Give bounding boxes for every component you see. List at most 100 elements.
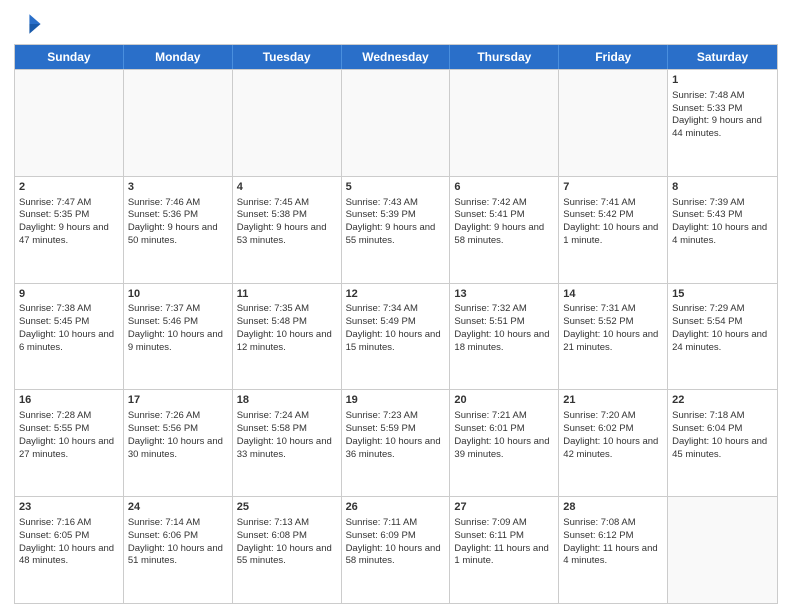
day-cell-23: 23 Sunrise: 7:16 AM Sunset: 6:05 PM Dayli… [15,497,124,603]
day-cell-12: 12Sunrise: 7:34 AM Sunset: 5:49 PM Dayli… [342,284,451,390]
logo-icon [14,10,42,38]
day-info: Sunrise: 7:23 AM Sunset: 5:59 PM Dayligh… [346,410,441,459]
day-info: Sunrise: 7:13 AM Sunset: 6:08 PM Dayligh… [237,517,332,566]
day-info: Sunrise: 7:34 AM Sunset: 5:49 PM Dayligh… [346,303,441,352]
day-number: 5 [346,180,446,195]
day-number: 23 [19,500,119,515]
day-number: 18 [237,393,337,408]
day-info: Sunrise: 7:29 AM Sunset: 5:54 PM Dayligh… [672,303,767,352]
day-info: Sunrise: 7:31 AM Sunset: 5:52 PM Dayligh… [563,303,658,352]
day-number: 25 [237,500,337,515]
day-info: Sunrise: 7:28 AM Sunset: 5:55 PM Dayligh… [19,410,114,459]
day-info: Sunrise: 7:43 AM Sunset: 5:39 PM Dayligh… [346,197,436,246]
day-info: Sunrise: 7:14 AM Sunset: 6:06 PM Dayligh… [128,517,223,566]
day-info: Sunrise: 7:21 AM Sunset: 6:01 PM Dayligh… [454,410,549,459]
day-number: 2 [19,180,119,195]
day-cell-17: 17 Sunrise: 7:26 AM Sunset: 5:56 PM Dayli… [124,390,233,496]
day-info: Sunrise: 7:42 AM Sunset: 5:41 PM Dayligh… [454,197,544,246]
day-cell-11: 11Sunrise: 7:35 AM Sunset: 5:48 PM Dayli… [233,284,342,390]
day-cell-20: 20 Sunrise: 7:21 AM Sunset: 6:01 PM Dayli… [450,390,559,496]
day-number: 7 [563,180,663,195]
weekday-header-tuesday: Tuesday [233,45,342,69]
day-number: 26 [346,500,446,515]
day-cell-21: 21Sunrise: 7:20 AM Sunset: 6:02 PM Dayli… [559,390,668,496]
day-cell-5: 5 Sunrise: 7:43 AM Sunset: 5:39 PM Daylig… [342,177,451,283]
weekday-header-saturday: Saturday [668,45,777,69]
day-number: 10 [128,287,228,302]
day-cell-22: 22 Sunrise: 7:18 AM Sunset: 6:04 PM Dayli… [668,390,777,496]
day-info: Sunrise: 7:45 AM Sunset: 5:38 PM Dayligh… [237,197,327,246]
day-info: Sunrise: 7:24 AM Sunset: 5:58 PM Dayligh… [237,410,332,459]
day-info: Sunrise: 7:38 AM Sunset: 5:45 PM Dayligh… [19,303,114,352]
day-cell-28: 28 Sunrise: 7:08 AM Sunset: 6:12 PM Dayli… [559,497,668,603]
day-cell-3: 3 Sunrise: 7:46 AM Sunset: 5:36 PM Daylig… [124,177,233,283]
calendar-row-4: 23 Sunrise: 7:16 AM Sunset: 6:05 PM Dayli… [15,496,777,603]
day-info: Sunrise: 7:48 AM Sunset: 5:33 PM Dayligh… [672,90,762,139]
day-number: 13 [454,287,554,302]
day-number: 6 [454,180,554,195]
day-cell-7: 7Sunrise: 7:41 AM Sunset: 5:42 PM Daylig… [559,177,668,283]
day-cell-16: 16 Sunrise: 7:28 AM Sunset: 5:55 PM Dayli… [15,390,124,496]
empty-cell-0-3 [342,70,451,176]
day-info: Sunrise: 7:16 AM Sunset: 6:05 PM Dayligh… [19,517,114,566]
day-cell-2: 2 Sunrise: 7:47 AM Sunset: 5:35 PM Daylig… [15,177,124,283]
day-number: 12 [346,287,446,302]
day-number: 8 [672,180,773,195]
day-cell-24: 24 Sunrise: 7:14 AM Sunset: 6:06 PM Dayli… [124,497,233,603]
calendar-row-0: 1 Sunrise: 7:48 AM Sunset: 5:33 PM Daylig… [15,69,777,176]
day-number: 17 [128,393,228,408]
day-cell-19: 19 Sunrise: 7:23 AM Sunset: 5:59 PM Dayli… [342,390,451,496]
day-number: 3 [128,180,228,195]
calendar-row-1: 2 Sunrise: 7:47 AM Sunset: 5:35 PM Daylig… [15,176,777,283]
day-cell-27: 27 Sunrise: 7:09 AM Sunset: 6:11 PM Dayli… [450,497,559,603]
day-number: 14 [563,287,663,302]
day-info: Sunrise: 7:09 AM Sunset: 6:11 PM Dayligh… [454,517,548,566]
day-cell-8: 8 Sunrise: 7:39 AM Sunset: 5:43 PM Daylig… [668,177,777,283]
day-cell-1: 1 Sunrise: 7:48 AM Sunset: 5:33 PM Daylig… [668,70,777,176]
day-number: 16 [19,393,119,408]
calendar-header: SundayMondayTuesdayWednesdayThursdayFrid… [15,45,777,69]
day-info: Sunrise: 7:35 AM Sunset: 5:48 PM Dayligh… [237,303,332,352]
day-number: 22 [672,393,773,408]
day-cell-9: 9Sunrise: 7:38 AM Sunset: 5:45 PM Daylig… [15,284,124,390]
day-cell-25: 25 Sunrise: 7:13 AM Sunset: 6:08 PM Dayli… [233,497,342,603]
empty-cell-0-0 [15,70,124,176]
day-number: 24 [128,500,228,515]
day-number: 20 [454,393,554,408]
weekday-header-sunday: Sunday [15,45,124,69]
weekday-header-wednesday: Wednesday [342,45,451,69]
day-number: 19 [346,393,446,408]
day-cell-15: 15Sunrise: 7:29 AM Sunset: 5:54 PM Dayli… [668,284,777,390]
calendar-row-2: 9Sunrise: 7:38 AM Sunset: 5:45 PM Daylig… [15,283,777,390]
empty-cell-0-5 [559,70,668,176]
day-info: Sunrise: 7:26 AM Sunset: 5:56 PM Dayligh… [128,410,223,459]
page: SundayMondayTuesdayWednesdayThursdayFrid… [0,0,792,612]
day-info: Sunrise: 7:37 AM Sunset: 5:46 PM Dayligh… [128,303,223,352]
day-number: 11 [237,287,337,302]
day-number: 28 [563,500,663,515]
calendar-row-3: 16 Sunrise: 7:28 AM Sunset: 5:55 PM Dayli… [15,389,777,496]
day-cell-13: 13Sunrise: 7:32 AM Sunset: 5:51 PM Dayli… [450,284,559,390]
day-cell-18: 18 Sunrise: 7:24 AM Sunset: 5:58 PM Dayli… [233,390,342,496]
weekday-header-thursday: Thursday [450,45,559,69]
day-info: Sunrise: 7:47 AM Sunset: 5:35 PM Dayligh… [19,197,109,246]
day-number: 1 [672,73,773,88]
day-info: Sunrise: 7:11 AM Sunset: 6:09 PM Dayligh… [346,517,441,566]
day-number: 4 [237,180,337,195]
day-number: 9 [19,287,119,302]
day-cell-4: 4 Sunrise: 7:45 AM Sunset: 5:38 PM Daylig… [233,177,342,283]
weekday-header-friday: Friday [559,45,668,69]
day-info: Sunrise: 7:18 AM Sunset: 6:04 PM Dayligh… [672,410,767,459]
day-info: Sunrise: 7:46 AM Sunset: 5:36 PM Dayligh… [128,197,218,246]
day-info: Sunrise: 7:39 AM Sunset: 5:43 PM Dayligh… [672,197,767,246]
day-cell-26: 26 Sunrise: 7:11 AM Sunset: 6:09 PM Dayli… [342,497,451,603]
day-number: 21 [563,393,663,408]
day-cell-14: 14Sunrise: 7:31 AM Sunset: 5:52 PM Dayli… [559,284,668,390]
day-info: Sunrise: 7:32 AM Sunset: 5:51 PM Dayligh… [454,303,549,352]
day-number: 15 [672,287,773,302]
logo [14,10,46,38]
weekday-header-monday: Monday [124,45,233,69]
day-number: 27 [454,500,554,515]
day-info: Sunrise: 7:08 AM Sunset: 6:12 PM Dayligh… [563,517,657,566]
empty-cell-4-6 [668,497,777,603]
